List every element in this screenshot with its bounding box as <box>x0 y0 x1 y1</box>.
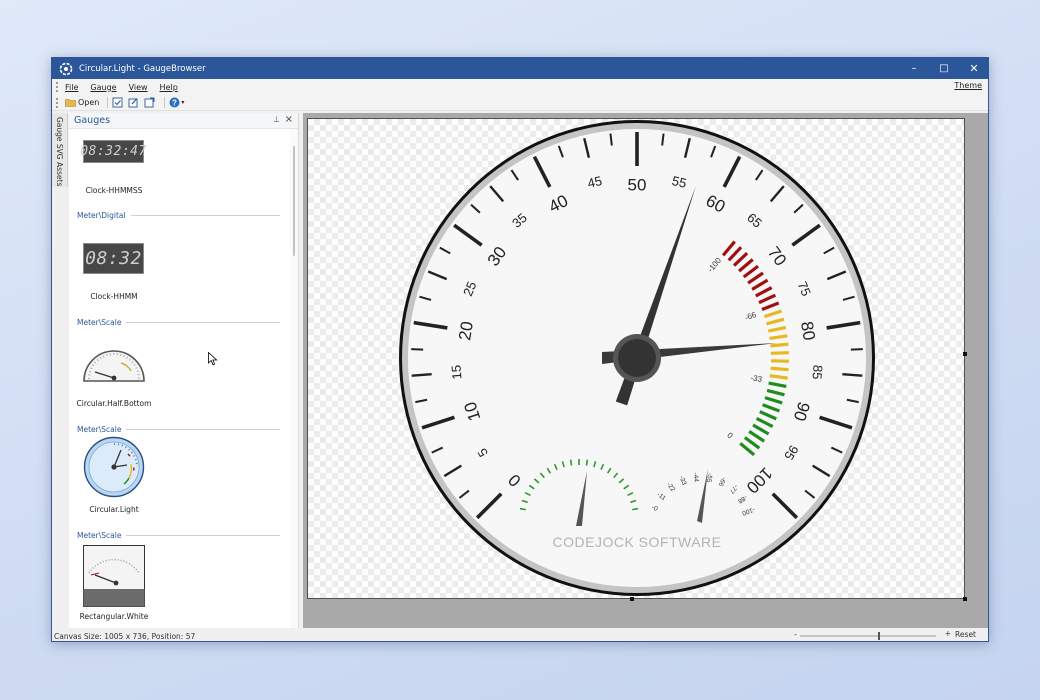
small-gauge-tick <box>519 507 526 511</box>
small-gauge-tick <box>569 459 573 466</box>
toolbar-separator <box>107 97 109 108</box>
circular-light-thumbnail[interactable] <box>83 436 145 498</box>
app-logo-icon <box>59 62 73 75</box>
main-gauge[interactable]: 051015202530354045 50 55606570758085909510… <box>308 119 965 599</box>
toolbar-separator <box>164 97 166 108</box>
menu-help[interactable]: Help <box>160 83 178 92</box>
minor-tick <box>609 133 613 146</box>
tick-label: 80 <box>797 320 819 342</box>
needle-cap <box>618 339 656 377</box>
close-button[interactable]: ✕ <box>959 58 988 79</box>
category-header: Meter\Scale <box>77 425 280 434</box>
clock-hhmmss-thumbnail[interactable]: 08:32:47 <box>80 140 146 163</box>
major-tick <box>411 372 432 377</box>
resize-handle-right[interactable] <box>963 352 967 356</box>
zoom-in-button[interactable]: + <box>945 629 951 638</box>
window-title: Circular.Light - GaugeBrowser <box>79 63 206 74</box>
small-gauge-tick <box>632 507 639 511</box>
app-window: Circular.Light - GaugeBrowser – □ ✕ File… <box>51 57 989 642</box>
minor-tick <box>661 133 665 146</box>
open-label: Open <box>78 98 100 107</box>
clock-hhmm-thumbnail[interactable]: 08:32 <box>83 243 144 274</box>
panel-title: Gauges <box>74 115 111 126</box>
side-tab-label: Gauge SVG Assets <box>55 117 64 187</box>
gauge-svg-assets-tab[interactable]: Gauge SVG Assets <box>52 113 68 187</box>
gauges-panel: Gauges ⊥ × 08:32:47 Clock-HHMMSS Meter\D… <box>69 113 299 628</box>
tick-label: 15 <box>448 364 464 380</box>
brand-label: CODEJOCK SOFTWARE <box>553 534 722 550</box>
open-button[interactable]: Open <box>65 97 99 108</box>
help-icon[interactable]: ? <box>169 97 180 108</box>
edit-icon[interactable] <box>128 97 139 108</box>
tick-label: 85 <box>809 364 825 380</box>
menu-bar: File Gauge View Help Theme <box>52 79 988 95</box>
minimize-button[interactable]: – <box>899 58 929 79</box>
zoom-out-button[interactable]: - <box>794 630 797 639</box>
gauge-canvas[interactable]: 0 5 10 15 20 25 30 35 40 45 50 55 60 65 70 75 80 85 90 95 10… <box>307 118 965 599</box>
gauge-label[interactable]: Clock-HHMMSS <box>69 186 159 195</box>
folder-open-icon <box>65 99 76 107</box>
pin-icon[interactable]: ⊥ <box>273 115 280 124</box>
menu-view[interactable]: View <box>129 83 148 92</box>
gauge-label[interactable]: Rectangular.White <box>69 612 159 621</box>
canvas-info: Canvas Size: 1005 x 736, Position: 57 <box>54 631 196 641</box>
category-header: Meter\Digital <box>77 211 280 220</box>
panel-header: Gauges ⊥ × <box>69 113 298 129</box>
scrollbar-thumb[interactable] <box>293 146 295 256</box>
reset-zoom-button[interactable]: Reset <box>955 630 976 639</box>
svg-text:?: ? <box>172 98 177 107</box>
small-scale-label: -44 <box>692 472 700 482</box>
panel-close-icon[interactable]: × <box>285 114 293 125</box>
category-header: Meter\Scale <box>77 318 280 327</box>
major-tick <box>842 372 863 377</box>
help-dropdown-arrow-icon[interactable]: ▾ <box>181 99 184 106</box>
band-segment <box>770 351 789 355</box>
band-segment <box>770 342 789 348</box>
canvas-area: 0 5 10 15 20 25 30 35 40 45 50 55 60 65 70 75 80 85 90 95 10… <box>303 113 988 628</box>
checklist-icon[interactable] <box>112 97 123 108</box>
title-bar: Circular.Light - GaugeBrowser – □ ✕ <box>52 58 988 79</box>
mouse-cursor-icon <box>208 352 218 366</box>
gauge-label[interactable]: Circular.Light <box>69 505 159 514</box>
circular-half-bottom-thumbnail[interactable] <box>83 341 145 385</box>
toolbar-grip-icon[interactable] <box>56 97 59 108</box>
status-bar: Canvas Size: 1005 x 736, Position: 57 - … <box>52 629 988 641</box>
toolbar: Open ? ▾ <box>52 95 988 111</box>
gauge-list: 08:32:47 Clock-HHMMSS Meter\Digital 08:3… <box>69 129 299 628</box>
maximize-button[interactable]: □ <box>929 58 959 79</box>
gauge-label[interactable]: Clock-HHMM <box>69 292 159 301</box>
tick-label: 50 <box>628 175 647 194</box>
menu-grip-icon[interactable] <box>56 82 59 92</box>
band-segment <box>770 366 789 372</box>
export-icon[interactable] <box>144 97 155 108</box>
menu-gauge[interactable]: Gauge <box>90 83 116 92</box>
rectangular-white-thumbnail[interactable] <box>83 545 145 607</box>
zoom-slider[interactable] <box>792 631 944 641</box>
gauge-label[interactable]: Circular.Half.Bottom <box>69 399 159 408</box>
category-header: Meter\Scale <box>77 531 280 540</box>
resize-handle-bottom[interactable] <box>630 597 634 601</box>
tick-label: 20 <box>455 320 477 342</box>
resize-handle-corner[interactable] <box>963 597 967 601</box>
theme-menu[interactable]: Theme <box>954 81 982 90</box>
menu-file[interactable]: File <box>65 83 78 92</box>
small-gauge-tick <box>585 459 589 466</box>
panel-scrollbar[interactable] <box>290 129 298 628</box>
